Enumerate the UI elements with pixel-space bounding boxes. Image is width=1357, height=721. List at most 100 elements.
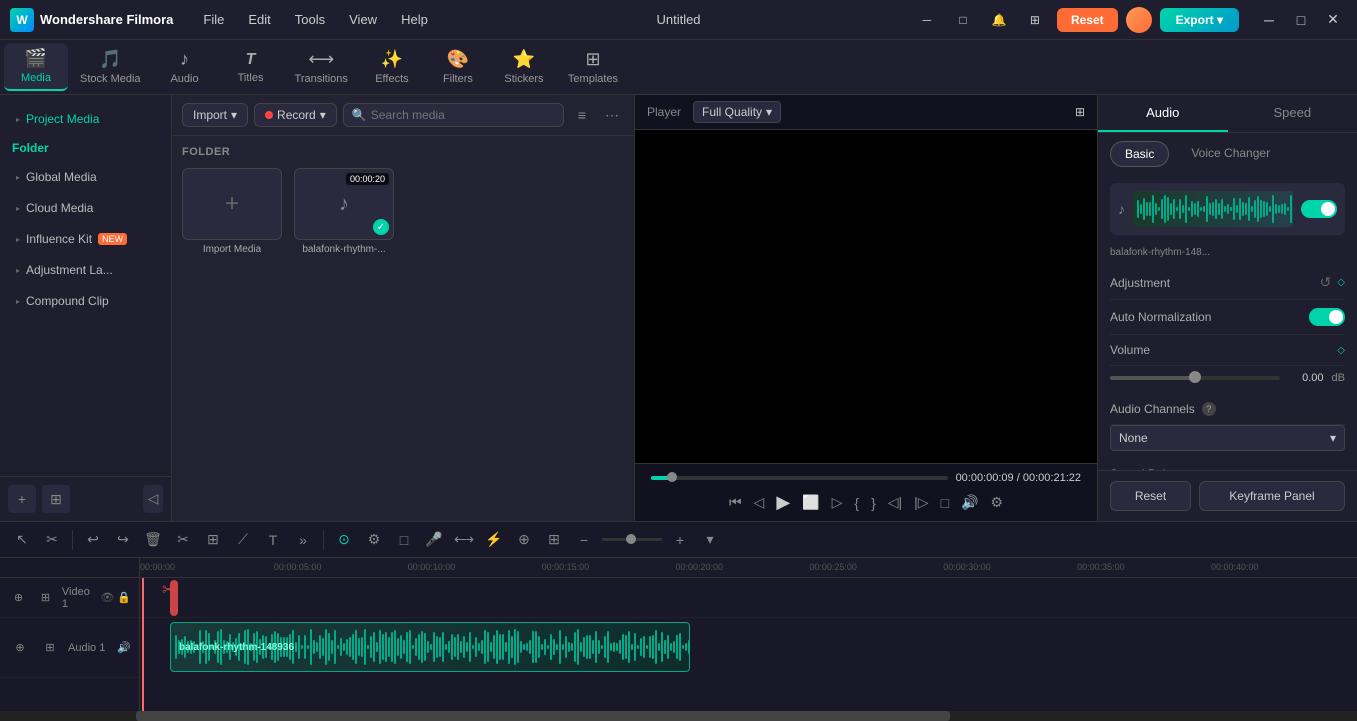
menu-help[interactable]: Help [391,8,438,31]
progress-track[interactable] [651,476,948,480]
fullscreen-icon[interactable]: □ [949,6,977,34]
collapse-panel-button[interactable]: ◁ [143,485,163,513]
maximize-btn[interactable]: □ [1287,6,1315,34]
volume-slider[interactable] [1110,376,1280,380]
cut-button[interactable]: ✂ [171,528,195,552]
text-button[interactable]: T [261,528,285,552]
audio-clip[interactable]: balafonk-rhythm-148936 [170,622,690,672]
keyframe-panel-button[interactable]: Keyframe Panel [1199,481,1345,511]
auto-normalization-toggle[interactable] [1309,308,1345,326]
stop-button[interactable]: ⬜ [802,494,819,511]
prev-marker-button[interactable]: ◁| [888,494,902,511]
quality-select[interactable]: Full Quality ▾ [693,101,781,123]
media-search-box[interactable]: 🔍 [343,103,564,127]
volume-keyframe-icon[interactable]: ◇ [1337,345,1345,356]
play-button[interactable]: ▶ [776,492,790,513]
video-eye-icon[interactable]: 👁 [100,591,114,604]
audio-volume-icon[interactable]: 🔊 [117,641,131,654]
video-track-options-icon[interactable]: ⊞ [35,586,56,610]
more-tools-button[interactable]: » [291,528,315,552]
minimize-btn[interactable]: ─ [1255,6,1283,34]
timeline-zoom-track[interactable] [602,538,662,541]
import-media-item[interactable]: + Import Media [182,168,282,255]
adjustment-keyframe-icon[interactable]: ◇ [1337,277,1345,288]
sidebar-item-project-media[interactable]: ▸ Project Media [4,104,167,134]
sidebar-item-adjustment[interactable]: ▸ Adjustment La... [4,255,167,285]
volume-handle[interactable] [1189,371,1201,383]
toolbar-audio[interactable]: ♪ Audio [153,43,217,91]
close-btn[interactable]: ✕ [1319,6,1347,34]
audio-track-options-icon[interactable]: ⊞ [38,636,62,660]
toolbar-media[interactable]: 🎬 Media [4,43,68,91]
menu-view[interactable]: View [339,8,387,31]
next-marker-button[interactable]: |▷ [914,494,928,511]
snap-button[interactable]: ⊙ [332,528,356,552]
menu-tools[interactable]: Tools [285,8,335,31]
sidebar-item-global-media[interactable]: ▸ Global Media [4,162,167,192]
speed-button[interactable]: ⚡ [482,528,506,552]
mix-button[interactable]: ⟷ [452,528,476,552]
timeline-select-tool[interactable]: ↖ [10,528,34,552]
toolbar-stickers[interactable]: ⭐ Stickers [492,43,556,91]
notification-icon[interactable]: 🔔 [985,6,1013,34]
skip-back-button[interactable]: ⏮ [729,494,742,511]
sidebar-item-cloud-media[interactable]: ▸ Cloud Media [4,193,167,223]
toolbar-templates[interactable]: ⊞ Templates [558,43,628,91]
mask-button[interactable]: □ [392,528,416,552]
manage-folder-button[interactable]: ⊞ [42,485,70,513]
frame-forward-button[interactable]: ▷ [832,494,843,511]
grid-icon[interactable]: ⊞ [1021,6,1049,34]
adjustment-reset-icon[interactable]: ↺ [1320,274,1332,291]
preview-fullscreen-icon[interactable]: ⊞ [1075,105,1085,119]
import-button[interactable]: Import ▾ [182,103,248,127]
delete-button[interactable]: 🗑 [141,528,165,552]
sidebar-item-influence-kit[interactable]: ▸ Influence Kit NEW [4,224,167,254]
more-options-icon[interactable]: ⋯ [600,103,624,127]
record-button[interactable]: Record ▾ [254,103,337,127]
menu-edit[interactable]: Edit [238,8,280,31]
add-video-track-icon[interactable]: ⊕ [8,586,29,610]
plus-zoom-button[interactable]: + [668,528,692,552]
minus-zoom-button[interactable]: − [572,528,596,552]
layout-button[interactable]: ⊞ [542,528,566,552]
redo-button[interactable]: ↪ [111,528,135,552]
mark-in-button[interactable]: { [854,495,859,511]
sidebar-folder[interactable]: Folder [0,135,171,161]
search-input[interactable] [371,108,555,122]
settings-icon[interactable]: ⚙ [990,494,1003,511]
progress-handle[interactable] [667,472,677,482]
display-icon[interactable]: □ [941,495,949,511]
toolbar-titles[interactable]: T Titles [219,43,283,91]
frame-back-button[interactable]: ◁ [754,494,765,511]
tab-audio[interactable]: Audio [1098,95,1228,132]
subtab-basic[interactable]: Basic [1110,141,1169,167]
more-button[interactable]: ▾ [698,528,722,552]
minimize-window-icon[interactable]: ─ [913,6,941,34]
audio-channels-help-icon[interactable]: ? [1202,402,1216,416]
playhead[interactable] [142,578,144,711]
video-lock-icon[interactable]: 🔒 [117,591,131,604]
zoom-handle[interactable] [626,534,636,544]
purchase-button[interactable]: Reset [1057,8,1118,32]
audio-toggle[interactable] [1301,200,1337,218]
copy-button[interactable]: ⊞ [201,528,225,552]
scrollbar-thumb[interactable] [136,711,950,721]
toolbar-effects[interactable]: ✨ Effects [360,43,424,91]
tab-speed[interactable]: Speed [1228,95,1357,132]
timeline-scrollbar[interactable] [0,711,1357,721]
split-audio-button[interactable]: ⟋ [231,528,255,552]
subtab-voice-changer[interactable]: Voice Changer [1177,141,1284,167]
undo-button[interactable]: ↩ [81,528,105,552]
user-avatar[interactable] [1126,7,1152,33]
filter-icon[interactable]: ≡ [570,103,594,127]
insert-button[interactable]: ⊕ [512,528,536,552]
toolbar-transitions[interactable]: ⟷ Transitions [285,43,358,91]
audio-icon-ctrl[interactable]: 🔊 [961,494,978,511]
audio-channels-select[interactable]: None ▾ [1110,425,1345,451]
toolbar-filters[interactable]: 🎨 Filters [426,43,490,91]
menu-file[interactable]: File [193,8,234,31]
add-audio-track-icon[interactable]: ⊕ [8,636,32,660]
audio-media-item[interactable]: 00:00:20 ♪ ✓ balafonk-rhythm-... [294,168,394,255]
voice-record-button[interactable]: 🎤 [422,528,446,552]
mark-out-button[interactable]: } [871,495,876,511]
